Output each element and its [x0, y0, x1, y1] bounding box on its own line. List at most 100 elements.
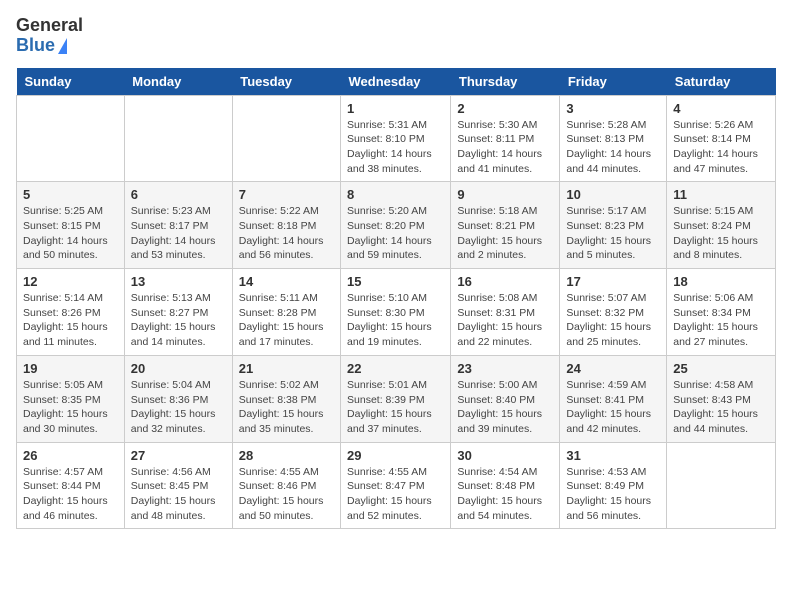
day-number: 1 — [347, 101, 444, 116]
calendar-cell: 1 Sunrise: 5:31 AMSunset: 8:10 PMDaylight… — [341, 95, 451, 182]
week-row-5: 26 Sunrise: 4:57 AMSunset: 8:44 PMDayligh… — [17, 442, 776, 529]
calendar-cell: 31Sunrise: 4:53 AMSunset: 8:49 PMDayligh… — [560, 442, 667, 529]
logo: General Blue — [16, 16, 83, 56]
day-number: 18 — [673, 274, 769, 289]
page-header: General Blue — [16, 16, 776, 56]
day-number: 27 — [131, 448, 226, 463]
calendar-cell: 21 Sunrise: 5:02 AMSunset: 8:38 PMDayligh… — [232, 355, 340, 442]
day-info: Sunrise: 5:04 AMSunset: 8:36 PMDaylight:… — [131, 378, 226, 437]
calendar-cell: 8 Sunrise: 5:20 AMSunset: 8:20 PMDaylight… — [341, 182, 451, 269]
day-info: Sunrise: 4:59 AMSunset: 8:41 PMDaylight:… — [566, 378, 660, 437]
day-number: 22 — [347, 361, 444, 376]
calendar-cell: 29 Sunrise: 4:55 AMSunset: 8:47 PMDayligh… — [341, 442, 451, 529]
calendar-cell: 2Sunrise: 5:30 AMSunset: 8:11 PMDaylight… — [451, 95, 560, 182]
day-number: 14 — [239, 274, 334, 289]
day-number: 9 — [457, 187, 553, 202]
weekday-header-row: SundayMondayTuesdayWednesdayThursdayFrid… — [17, 68, 776, 96]
day-number: 28 — [239, 448, 334, 463]
calendar-cell: 9 Sunrise: 5:18 AMSunset: 8:21 PMDaylight… — [451, 182, 560, 269]
day-info: Sunrise: 5:02 AMSunset: 8:38 PMDaylight:… — [239, 378, 334, 437]
calendar-cell: 25 Sunrise: 4:58 AMSunset: 8:43 PMDayligh… — [667, 355, 776, 442]
day-info: Sunrise: 4:55 AMSunset: 8:46 PMDaylight:… — [239, 465, 334, 524]
day-info: Sunrise: 4:58 AMSunset: 8:43 PMDaylight:… — [673, 378, 769, 437]
calendar-cell: 28 Sunrise: 4:55 AMSunset: 8:46 PMDayligh… — [232, 442, 340, 529]
day-info: Sunrise: 4:55 AMSunset: 8:47 PMDaylight:… — [347, 465, 444, 524]
day-info: Sunrise: 5:08 AMSunset: 8:31 PMDaylight:… — [457, 291, 553, 350]
day-number: 6 — [131, 187, 226, 202]
day-info: Sunrise: 5:31 AMSunset: 8:10 PMDaylight:… — [347, 118, 444, 177]
day-number: 2 — [457, 101, 553, 116]
day-info: Sunrise: 5:23 AMSunset: 8:17 PMDaylight:… — [131, 204, 226, 263]
logo-triangle-icon — [58, 38, 67, 54]
day-info: Sunrise: 4:56 AMSunset: 8:45 PMDaylight:… — [131, 465, 226, 524]
day-number: 4 — [673, 101, 769, 116]
day-number: 13 — [131, 274, 226, 289]
calendar-cell — [124, 95, 232, 182]
calendar-cell — [17, 95, 125, 182]
day-number: 17 — [566, 274, 660, 289]
calendar-cell: 13 Sunrise: 5:13 AMSunset: 8:27 PMDayligh… — [124, 269, 232, 356]
day-info: Sunrise: 5:26 AMSunset: 8:14 PMDaylight:… — [673, 118, 769, 177]
day-number: 5 — [23, 187, 118, 202]
weekday-header-saturday: Saturday — [667, 68, 776, 96]
day-info: Sunrise: 5:00 AMSunset: 8:40 PMDaylight:… — [457, 378, 553, 437]
day-number: 19 — [23, 361, 118, 376]
day-number: 15 — [347, 274, 444, 289]
day-number: 7 — [239, 187, 334, 202]
calendar-cell: 15 Sunrise: 5:10 AMSunset: 8:30 PMDayligh… — [341, 269, 451, 356]
weekday-header-sunday: Sunday — [17, 68, 125, 96]
calendar-cell: 22 Sunrise: 5:01 AMSunset: 8:39 PMDayligh… — [341, 355, 451, 442]
week-row-3: 12Sunrise: 5:14 AMSunset: 8:26 PMDayligh… — [17, 269, 776, 356]
week-row-1: 1 Sunrise: 5:31 AMSunset: 8:10 PMDaylight… — [17, 95, 776, 182]
calendar-cell: 12Sunrise: 5:14 AMSunset: 8:26 PMDayligh… — [17, 269, 125, 356]
day-info: Sunrise: 4:54 AMSunset: 8:48 PMDaylight:… — [457, 465, 553, 524]
calendar-cell: 11 Sunrise: 5:15 AMSunset: 8:24 PMDayligh… — [667, 182, 776, 269]
day-number: 26 — [23, 448, 118, 463]
day-info: Sunrise: 5:01 AMSunset: 8:39 PMDaylight:… — [347, 378, 444, 437]
day-number: 21 — [239, 361, 334, 376]
day-info: Sunrise: 5:15 AMSunset: 8:24 PMDaylight:… — [673, 204, 769, 263]
day-info: Sunrise: 5:17 AMSunset: 8:23 PMDaylight:… — [566, 204, 660, 263]
day-number: 11 — [673, 187, 769, 202]
calendar-cell: 5Sunrise: 5:25 AMSunset: 8:15 PMDaylight… — [17, 182, 125, 269]
calendar-cell: 20Sunrise: 5:04 AMSunset: 8:36 PMDayligh… — [124, 355, 232, 442]
weekday-header-monday: Monday — [124, 68, 232, 96]
day-number: 23 — [457, 361, 553, 376]
day-number: 16 — [457, 274, 553, 289]
calendar-cell: 18 Sunrise: 5:06 AMSunset: 8:34 PMDayligh… — [667, 269, 776, 356]
day-info: Sunrise: 5:06 AMSunset: 8:34 PMDaylight:… — [673, 291, 769, 350]
day-info: Sunrise: 5:20 AMSunset: 8:20 PMDaylight:… — [347, 204, 444, 263]
calendar-cell: 27 Sunrise: 4:56 AMSunset: 8:45 PMDayligh… — [124, 442, 232, 529]
calendar-cell: 17Sunrise: 5:07 AMSunset: 8:32 PMDayligh… — [560, 269, 667, 356]
day-number: 25 — [673, 361, 769, 376]
weekday-header-friday: Friday — [560, 68, 667, 96]
day-info: Sunrise: 4:53 AMSunset: 8:49 PMDaylight:… — [566, 465, 660, 524]
day-info: Sunrise: 5:05 AMSunset: 8:35 PMDaylight:… — [23, 378, 118, 437]
weekday-header-tuesday: Tuesday — [232, 68, 340, 96]
calendar-table: SundayMondayTuesdayWednesdayThursdayFrid… — [16, 68, 776, 530]
day-info: Sunrise: 5:13 AMSunset: 8:27 PMDaylight:… — [131, 291, 226, 350]
day-info: Sunrise: 5:18 AMSunset: 8:21 PMDaylight:… — [457, 204, 553, 263]
day-number: 3 — [566, 101, 660, 116]
week-row-4: 19 Sunrise: 5:05 AMSunset: 8:35 PMDayligh… — [17, 355, 776, 442]
day-info: Sunrise: 5:14 AMSunset: 8:26 PMDaylight:… — [23, 291, 118, 350]
day-number: 8 — [347, 187, 444, 202]
day-info: Sunrise: 5:22 AMSunset: 8:18 PMDaylight:… — [239, 204, 334, 263]
day-info: Sunrise: 5:10 AMSunset: 8:30 PMDaylight:… — [347, 291, 444, 350]
day-info: Sunrise: 4:57 AMSunset: 8:44 PMDaylight:… — [23, 465, 118, 524]
day-number: 29 — [347, 448, 444, 463]
calendar-cell: 16 Sunrise: 5:08 AMSunset: 8:31 PMDayligh… — [451, 269, 560, 356]
logo-blue: Blue — [16, 36, 55, 56]
logo-general: General — [16, 16, 83, 36]
calendar-cell — [232, 95, 340, 182]
day-number: 24 — [566, 361, 660, 376]
calendar-cell: 14 Sunrise: 5:11 AMSunset: 8:28 PMDayligh… — [232, 269, 340, 356]
day-number: 10 — [566, 187, 660, 202]
day-info: Sunrise: 5:11 AMSunset: 8:28 PMDaylight:… — [239, 291, 334, 350]
calendar-cell: 6 Sunrise: 5:23 AMSunset: 8:17 PMDaylight… — [124, 182, 232, 269]
calendar-cell: 3Sunrise: 5:28 AMSunset: 8:13 PMDaylight… — [560, 95, 667, 182]
weekday-header-thursday: Thursday — [451, 68, 560, 96]
logo-text: General Blue — [16, 16, 83, 56]
calendar-cell: 26 Sunrise: 4:57 AMSunset: 8:44 PMDayligh… — [17, 442, 125, 529]
weekday-header-wednesday: Wednesday — [341, 68, 451, 96]
